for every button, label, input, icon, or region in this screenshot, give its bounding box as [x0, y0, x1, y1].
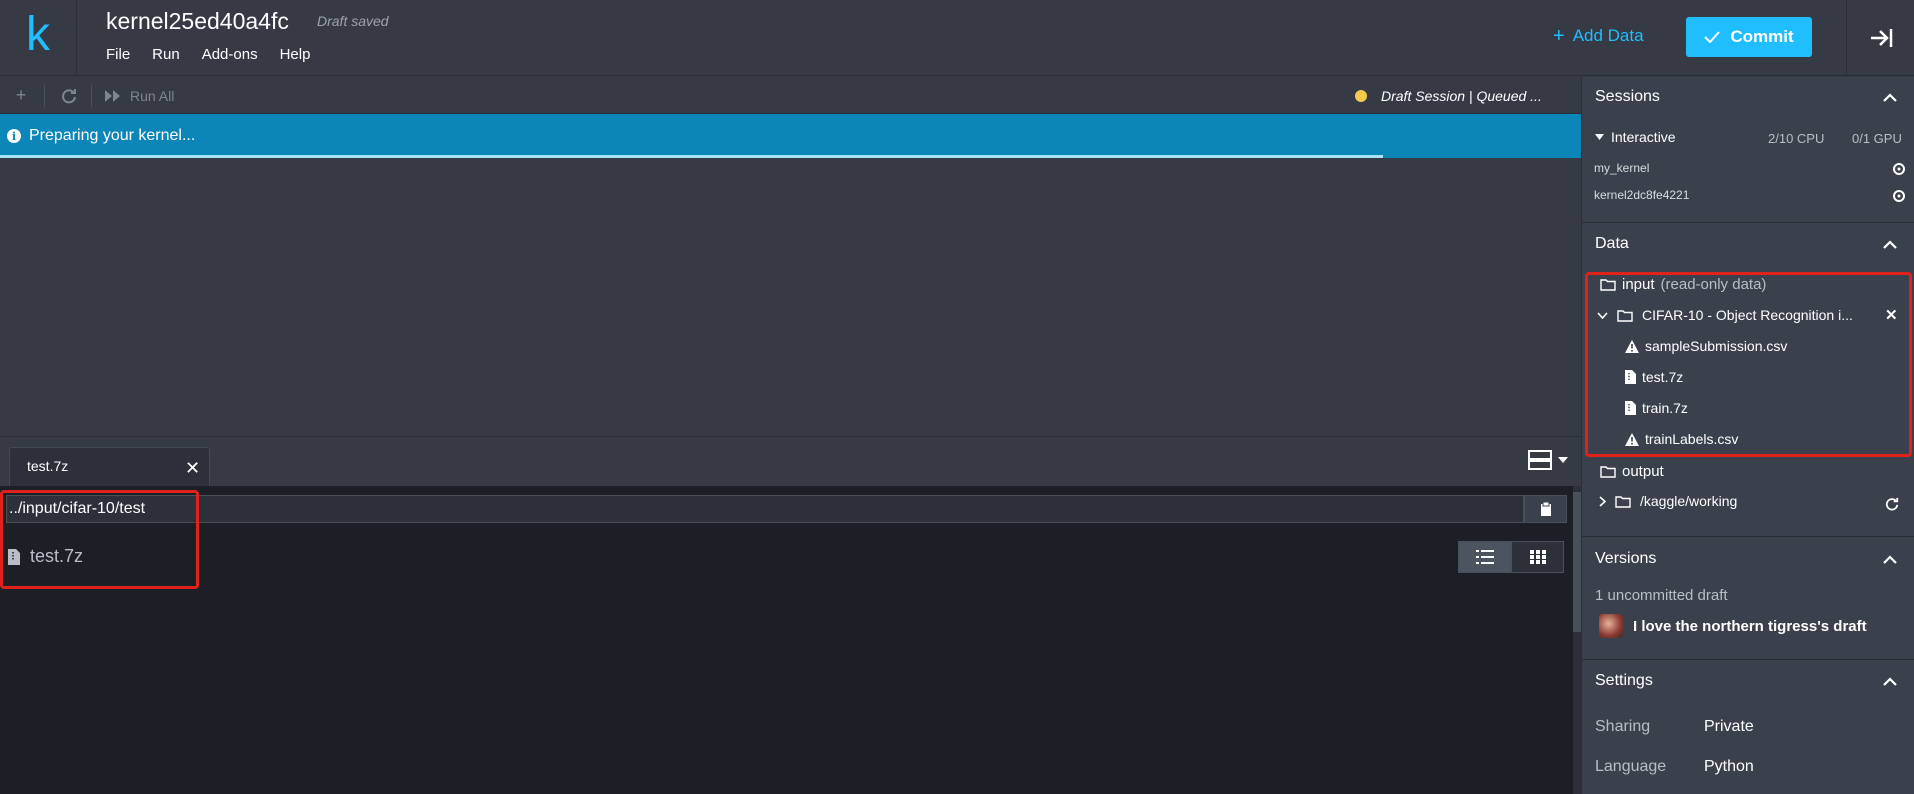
sessions-title: Sessions — [1595, 88, 1660, 105]
run-all-button[interactable]: Run All — [104, 77, 174, 114]
highlight-box-data — [1585, 272, 1912, 457]
list-icon — [1475, 550, 1494, 564]
sessions-group[interactable]: Interactive — [1595, 129, 1676, 145]
stop-session-icon[interactable] — [1893, 163, 1905, 175]
menu-bar: File Run Add-ons Help — [106, 46, 332, 63]
section-divider — [1582, 536, 1914, 537]
sessions-group-label: Interactive — [1611, 129, 1676, 145]
chevron-right-icon — [1599, 495, 1606, 507]
session-item[interactable]: my_kernel — [1594, 161, 1649, 175]
status-dot — [1355, 89, 1367, 102]
tab-label: test.7z — [27, 458, 69, 474]
highlight-box-file — [0, 490, 199, 589]
data-title: Data — [1595, 235, 1629, 252]
viewer-tabs-bar: test.7z ✕ — [0, 436, 1581, 488]
session-status[interactable]: Draft Session | Queued ... — [1355, 77, 1542, 114]
grid-icon — [1529, 550, 1546, 564]
working-dir-label: /kaggle/working — [1640, 493, 1738, 509]
path-input[interactable]: ../input/cifar-10/test — [6, 495, 1524, 523]
kernel-editor: k kernel25ed40a4fc Draft saved File Run … — [0, 0, 1914, 794]
avatar — [1599, 614, 1623, 638]
sharing-value[interactable]: Private — [1704, 718, 1754, 736]
folder-icon — [1600, 466, 1616, 478]
grid-view-button[interactable] — [1511, 541, 1564, 573]
scrollbar[interactable] — [1573, 486, 1581, 794]
draft-title: I love the northern tigress's draft — [1633, 617, 1867, 635]
add-data-button[interactable]: + Add Data — [1553, 26, 1644, 46]
scrollbar-thumb[interactable] — [1573, 492, 1581, 632]
chevron-up-icon[interactable] — [1883, 677, 1897, 686]
language-label: Language — [1595, 758, 1667, 775]
toolbar: + Run All Draft Session | Queued ... — [0, 77, 1581, 114]
caret-down-icon — [1595, 134, 1604, 140]
tab-test-7z[interactable]: test.7z ✕ — [9, 447, 210, 488]
file-viewer: ../input/cifar-10/test test.7z — [0, 486, 1581, 794]
gpu-usage: 0/1 GPU — [1852, 131, 1902, 146]
toolbar-divider — [91, 85, 92, 107]
menu-help[interactable]: Help — [280, 46, 311, 63]
check-icon — [1704, 31, 1721, 43]
layout-toggle[interactable] — [1528, 450, 1568, 470]
split-layout-icon — [1528, 450, 1552, 470]
logo-letter: k — [26, 8, 50, 61]
versions-title: Versions — [1595, 550, 1657, 567]
uncommitted-count: 1 uncommitted draft — [1595, 587, 1728, 604]
language-value[interactable]: Python — [1704, 758, 1754, 776]
kaggle-logo[interactable]: k — [0, 0, 77, 76]
chevron-up-icon[interactable] — [1883, 240, 1897, 249]
output-folder[interactable]: output — [1600, 463, 1664, 480]
commit-label: Commit — [1730, 27, 1794, 46]
header: k kernel25ed40a4fc Draft saved File Run … — [0, 0, 1914, 76]
session-item[interactable]: kernel2dc8fe4221 — [1594, 188, 1689, 202]
menu-file[interactable]: File — [106, 46, 130, 63]
kernel-title[interactable]: kernel25ed40a4fc — [106, 8, 289, 35]
refresh-icon[interactable] — [56, 77, 82, 114]
settings-title: Settings — [1595, 672, 1653, 689]
chevron-up-icon[interactable] — [1883, 555, 1897, 564]
editor-area[interactable] — [0, 158, 1581, 435]
add-data-label: Add Data — [1572, 26, 1644, 45]
info-bar: i Preparing your kernel... — [0, 114, 1581, 158]
collapse-right-icon — [1870, 29, 1892, 47]
collapse-panel-button[interactable] — [1846, 0, 1914, 76]
stop-session-icon[interactable] — [1893, 190, 1905, 202]
cpu-usage: 2/10 CPU — [1768, 131, 1825, 146]
chevron-down-icon — [1558, 457, 1568, 463]
fast-forward-icon — [105, 89, 120, 102]
info-icon: i — [7, 129, 21, 143]
refresh-icon[interactable] — [1885, 497, 1899, 511]
chevron-up-icon[interactable] — [1883, 93, 1897, 102]
session-status-label: Draft Session | Queued ... — [1381, 87, 1542, 104]
menu-add-ons[interactable]: Add-ons — [202, 46, 258, 63]
add-cell-icon[interactable]: + — [8, 77, 34, 114]
close-icon[interactable]: ✕ — [185, 459, 200, 477]
info-message: Preparing your kernel... — [29, 127, 196, 144]
copy-path-button[interactable] — [1524, 495, 1567, 523]
list-view-button[interactable] — [1458, 541, 1511, 573]
clipboard-icon — [1540, 502, 1551, 516]
draft-version-item[interactable]: I love the northern tigress's draft — [1599, 614, 1867, 638]
plus-icon: + — [1553, 25, 1565, 47]
run-all-label: Run All — [130, 87, 175, 104]
menu-run[interactable]: Run — [152, 46, 180, 63]
output-label: output — [1622, 463, 1664, 480]
save-status: Draft saved — [317, 13, 389, 29]
commit-button[interactable]: Commit — [1686, 17, 1812, 57]
toolbar-divider — [44, 85, 45, 107]
section-divider — [1582, 659, 1914, 660]
view-mode-toggle — [1458, 541, 1564, 573]
working-folder[interactable]: /kaggle/working — [1599, 493, 1737, 509]
sharing-label: Sharing — [1595, 718, 1651, 735]
section-divider — [1582, 222, 1914, 223]
folder-icon — [1615, 495, 1631, 508]
